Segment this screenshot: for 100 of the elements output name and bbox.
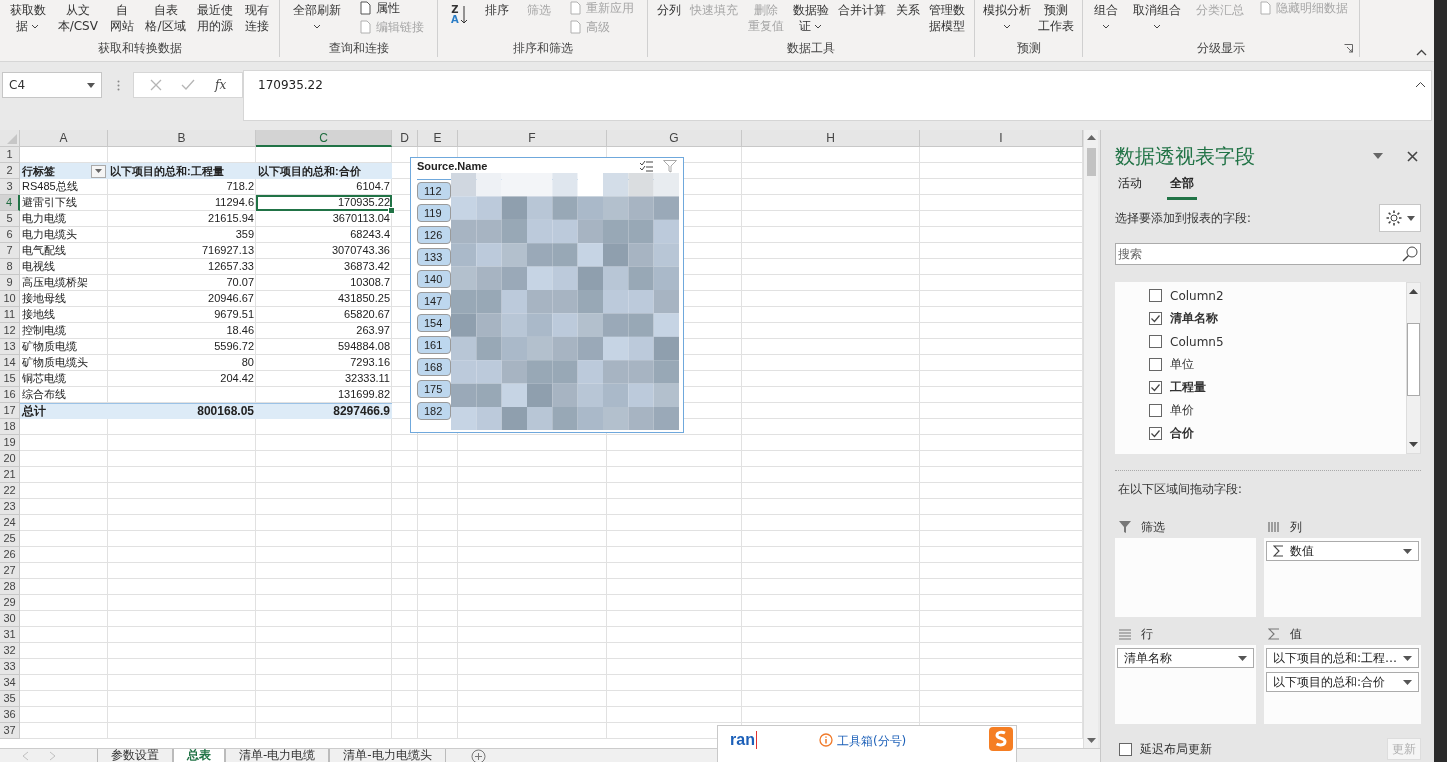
row-header[interactable]: 10 bbox=[0, 291, 20, 307]
drop-area[interactable]: 以下项目的总和:工程… 以下项目的总和:合价 bbox=[1263, 645, 1421, 724]
row-header[interactable]: 18 bbox=[0, 419, 20, 435]
checkbox-label[interactable]: 延迟布局更新 bbox=[1140, 740, 1212, 758]
row-header[interactable]: 6 bbox=[0, 227, 20, 243]
row-header[interactable]: 5 bbox=[0, 211, 20, 227]
row-header[interactable]: 31 bbox=[0, 627, 20, 643]
add-sheet-icon[interactable] bbox=[470, 749, 486, 762]
row-header[interactable]: 15 bbox=[0, 371, 20, 387]
ribbon-button[interactable]: 自表格/区域 bbox=[145, 0, 186, 34]
row-header[interactable]: 24 bbox=[0, 515, 20, 531]
sheet-tab[interactable]: 清单-电力电缆 bbox=[225, 749, 330, 762]
slicer-item[interactable]: 154 bbox=[417, 314, 451, 332]
ribbon-button[interactable]: 合并计算 bbox=[838, 0, 887, 18]
field-chip[interactable]: 以下项目的总和:合价 bbox=[1265, 672, 1419, 692]
ribbon-button[interactable]: 关系 bbox=[895, 0, 920, 18]
slicer-item[interactable]: 126 bbox=[417, 226, 451, 244]
name-box[interactable]: C4 bbox=[2, 72, 102, 98]
ribbon-button[interactable]: 最近使用的源 bbox=[197, 0, 234, 34]
row-header[interactable]: 22 bbox=[0, 483, 20, 499]
column-header[interactable]: E bbox=[418, 130, 458, 147]
row-header[interactable]: 4 bbox=[0, 195, 20, 211]
row-header[interactable]: 2 bbox=[0, 163, 20, 179]
row-header[interactable]: 19 bbox=[0, 435, 20, 451]
field-label[interactable]: 清单名称 bbox=[1170, 310, 1218, 327]
column-header[interactable]: H bbox=[742, 130, 920, 147]
row-header[interactable]: 23 bbox=[0, 499, 20, 515]
row-header[interactable]: 1 bbox=[0, 147, 20, 163]
slicer-item[interactable]: 112 bbox=[417, 182, 451, 200]
row-header[interactable]: 11 bbox=[0, 307, 20, 323]
row-header[interactable]: 17 bbox=[0, 403, 20, 419]
field-label[interactable]: 合价 bbox=[1170, 425, 1194, 442]
collapse-icon[interactable] bbox=[1415, 81, 1426, 88]
row-header[interactable]: 21 bbox=[0, 467, 20, 483]
ribbon-button[interactable]: 预测工作表 bbox=[1038, 0, 1075, 34]
column-header[interactable]: G bbox=[607, 130, 742, 147]
row-header[interactable]: 33 bbox=[0, 659, 20, 675]
checkbox[interactable] bbox=[1149, 312, 1162, 325]
ribbon-button[interactable]: 自网站 bbox=[109, 0, 134, 34]
ribbon-button[interactable]: 管理数据模型 bbox=[929, 0, 966, 34]
row-header[interactable]: 27 bbox=[0, 563, 20, 579]
ribbon-button[interactable]: 取消组合 bbox=[1133, 0, 1182, 34]
close-icon[interactable] bbox=[1407, 150, 1418, 162]
row-header[interactable]: 29 bbox=[0, 595, 20, 611]
check-icon[interactable] bbox=[181, 79, 196, 91]
drop-area[interactable]: 数值 bbox=[1263, 538, 1421, 617]
pane-tab[interactable]: 活动 bbox=[1115, 175, 1145, 200]
pane-tab[interactable]: 全部 bbox=[1167, 175, 1197, 200]
ribbon-button[interactable]: 模拟分析 bbox=[982, 0, 1031, 34]
field-label[interactable]: 单价 bbox=[1170, 402, 1194, 419]
slicer-item[interactable]: 140 bbox=[417, 270, 451, 288]
vertical-scrollbar[interactable] bbox=[1083, 130, 1098, 748]
row-header[interactable]: 3 bbox=[0, 179, 20, 195]
row-header[interactable]: 35 bbox=[0, 691, 20, 707]
toolbox-link[interactable]: 工具箱(分号) bbox=[836, 733, 907, 750]
field-label[interactable]: 单位 bbox=[1170, 356, 1194, 373]
scroll-thumb[interactable] bbox=[1407, 323, 1420, 396]
row-header[interactable]: 13 bbox=[0, 339, 20, 355]
slicer-item[interactable]: 133 bbox=[417, 248, 451, 266]
collapse-ribbon-icon[interactable] bbox=[1416, 49, 1427, 56]
checkbox[interactable] bbox=[1149, 335, 1162, 348]
scroll-up-icon[interactable] bbox=[1086, 134, 1096, 140]
column-header[interactable]: C bbox=[256, 130, 392, 147]
scroll-down-icon[interactable] bbox=[1086, 738, 1096, 744]
ribbon-button[interactable]: 分列 bbox=[656, 0, 681, 18]
checkbox[interactable] bbox=[1119, 742, 1132, 756]
row-header[interactable]: 9 bbox=[0, 275, 20, 291]
field-label[interactable]: Column5 bbox=[1170, 334, 1224, 349]
slicer-item[interactable]: 119 bbox=[417, 204, 451, 222]
multi-select-icon[interactable] bbox=[639, 160, 653, 172]
row-header[interactable]: 20 bbox=[0, 451, 20, 467]
field-chip[interactable]: 数值 bbox=[1265, 541, 1419, 561]
row-header[interactable]: 7 bbox=[0, 243, 20, 259]
slicer-item[interactable]: 182 bbox=[417, 402, 451, 420]
ribbon-button[interactable]: 获取数据 bbox=[9, 0, 46, 34]
slicer-item[interactable]: 175 bbox=[417, 380, 451, 398]
scroll-up-icon[interactable] bbox=[1409, 288, 1418, 294]
launcher-icon[interactable] bbox=[1344, 44, 1353, 53]
checkbox[interactable] bbox=[1149, 404, 1162, 417]
field-chip[interactable]: 清单名称 bbox=[1117, 648, 1254, 668]
ribbon-button[interactable]: 现有连接 bbox=[245, 0, 270, 34]
sheet-tab[interactable]: 总表 bbox=[173, 749, 225, 762]
settings-button[interactable] bbox=[1379, 204, 1421, 232]
ribbon-button[interactable]: 排序 bbox=[485, 0, 510, 18]
row-header[interactable]: 36 bbox=[0, 707, 20, 723]
row-header[interactable]: 26 bbox=[0, 547, 20, 563]
slicer-item[interactable]: 147 bbox=[417, 292, 451, 310]
row-header[interactable]: 37 bbox=[0, 723, 20, 739]
row-header[interactable]: 14 bbox=[0, 355, 20, 371]
field-label[interactable]: Column2 bbox=[1170, 288, 1224, 303]
row-header[interactable]: 16 bbox=[0, 387, 20, 403]
filter-dropdown-button[interactable] bbox=[91, 164, 106, 178]
slicer-item[interactable]: 161 bbox=[417, 336, 451, 354]
scroll-thumb[interactable] bbox=[1086, 148, 1096, 176]
row-header[interactable]: 25 bbox=[0, 531, 20, 547]
row-header[interactable]: 28 bbox=[0, 579, 20, 595]
checkbox[interactable] bbox=[1149, 381, 1162, 394]
caret-down-icon[interactable] bbox=[1373, 153, 1383, 159]
formula-field[interactable]: 170935.22 bbox=[243, 70, 1432, 121]
slicer-item[interactable]: 168 bbox=[417, 358, 451, 376]
